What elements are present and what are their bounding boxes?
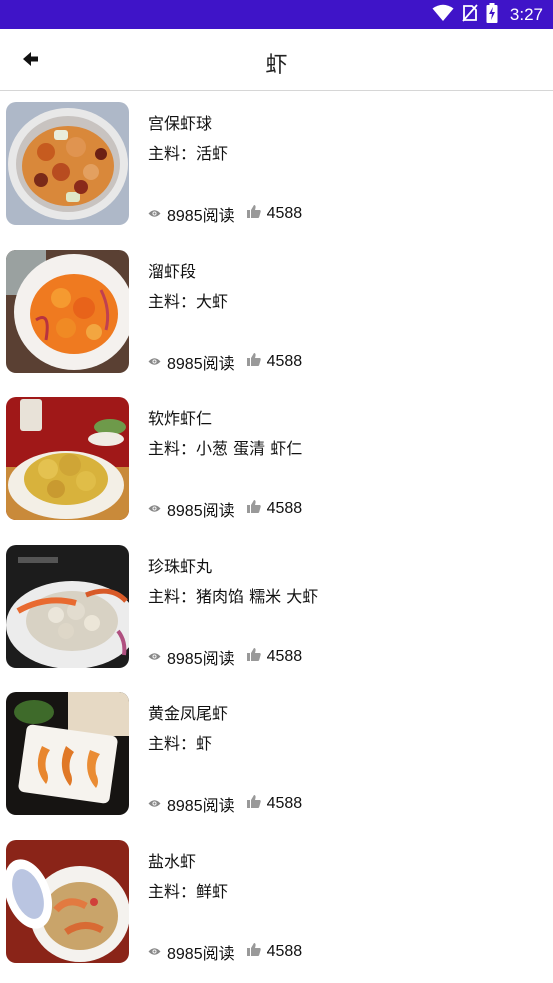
read-count-text: 8985阅读 bbox=[167, 650, 235, 668]
recipe-stats: 8985阅读 4588 bbox=[148, 350, 302, 374]
like-count: 4588 bbox=[246, 942, 303, 961]
like-count-text: 4588 bbox=[266, 795, 303, 813]
recipe-name: 黄金凤尾虾 bbox=[148, 704, 229, 724]
recipe-ingredients: 主料：活虾 bbox=[148, 140, 228, 164]
like-count: 4588 bbox=[246, 500, 303, 518]
recipe-item[interactable]: 黄金凤尾虾 主料：虾 8985阅读 4588 bbox=[0, 682, 553, 830]
recipe-stats: 8985阅读 4588 bbox=[148, 792, 302, 816]
ingredients-label: 主料： bbox=[148, 144, 197, 163]
ingredients-value: 活虾 bbox=[196, 144, 229, 163]
like-count-text: 4588 bbox=[266, 352, 303, 370]
eye-icon bbox=[148, 943, 161, 961]
like-count: 4588 bbox=[246, 205, 303, 223]
like-count-text: 4588 bbox=[266, 500, 303, 518]
ingredients-label: 主料： bbox=[148, 291, 197, 311]
eye-icon bbox=[148, 648, 161, 666]
recipe-thumbnail bbox=[6, 397, 129, 521]
eye-icon bbox=[148, 500, 161, 518]
recipe-stats: 8985阅读 4588 bbox=[148, 202, 302, 226]
ingredients-value: 小葱 蛋清 虾仁 bbox=[196, 439, 303, 459]
recipe-item[interactable]: 宫保虾球 主料：活虾 8985阅读 4588 bbox=[0, 92, 553, 240]
ingredients-label: 主料： bbox=[148, 734, 197, 754]
recipe-ingredients: 主料：小葱 蛋清 虾仁 bbox=[148, 435, 302, 459]
read-count: 8985阅读 bbox=[148, 940, 235, 964]
read-count-text: 8985阅读 bbox=[167, 798, 235, 816]
thumbs-up-icon bbox=[246, 500, 261, 518]
recipe-name: 软炸虾仁 bbox=[148, 409, 213, 429]
recipe-ingredients: 主料：大虾 bbox=[148, 288, 228, 312]
recipe-item[interactable]: 珍珠虾丸 主料：猪肉馅 糯米 大虾 8985阅读 4588 bbox=[0, 535, 553, 683]
thumbs-up-icon bbox=[246, 205, 261, 223]
thumbs-up-icon bbox=[246, 942, 261, 961]
recipe-ingredients: 主料：猪肉馅 糯米 大虾 bbox=[148, 583, 318, 607]
recipe-ingredients: 主料：虾 bbox=[148, 730, 212, 754]
ingredients-value: 大虾 bbox=[196, 291, 229, 311]
no-sim-icon bbox=[462, 3, 478, 26]
read-count-text: 8985阅读 bbox=[167, 945, 235, 963]
recipe-thumbnail bbox=[6, 249, 129, 373]
recipe-item[interactable]: 盐水虾 主料：鲜虾 8985阅读 4588 bbox=[0, 830, 553, 978]
ingredients-value: 鲜虾 bbox=[196, 881, 229, 901]
recipe-stats: 8985阅读 4588 bbox=[148, 940, 302, 964]
read-count: 8985阅读 bbox=[148, 792, 235, 816]
wifi-icon bbox=[432, 4, 454, 26]
recipe-thumbnail bbox=[6, 102, 129, 225]
like-count-text: 4588 bbox=[266, 205, 303, 222]
recipe-stats: 8985阅读 4588 bbox=[148, 497, 302, 521]
recipe-item[interactable]: 软炸虾仁 主料：小葱 蛋清 虾仁 8985阅读 4588 bbox=[0, 387, 553, 535]
read-count: 8985阅读 bbox=[148, 645, 235, 669]
recipe-name: 珍珠虾丸 bbox=[148, 556, 213, 576]
read-count-text: 8985阅读 bbox=[167, 208, 235, 225]
recipe-name: 盐水虾 bbox=[148, 851, 197, 871]
ingredients-value: 虾 bbox=[196, 734, 213, 754]
eye-icon bbox=[148, 353, 161, 371]
like-count-text: 4588 bbox=[266, 942, 303, 960]
ingredients-label: 主料： bbox=[148, 439, 197, 459]
recipe-thumbnail bbox=[6, 692, 129, 816]
like-count: 4588 bbox=[246, 647, 303, 666]
thumbs-up-icon bbox=[246, 352, 261, 371]
app-bar: 虾 bbox=[0, 29, 553, 91]
read-count: 8985阅读 bbox=[148, 350, 235, 374]
recipe-ingredients: 主料：鲜虾 bbox=[148, 878, 228, 902]
read-count-text: 8985阅读 bbox=[167, 355, 235, 373]
like-count: 4588 bbox=[246, 795, 303, 813]
thumbs-up-icon bbox=[246, 647, 261, 666]
recipe-name: 宫保虾球 bbox=[148, 114, 213, 133]
ingredients-value: 猪肉馅 糯米 大虾 bbox=[196, 586, 319, 606]
status-bar: 3:27 bbox=[0, 0, 553, 29]
like-count-text: 4588 bbox=[266, 647, 303, 665]
eye-icon bbox=[148, 795, 161, 813]
recipe-name: 溜虾段 bbox=[148, 261, 197, 281]
like-count: 4588 bbox=[246, 352, 303, 371]
ingredients-label: 主料： bbox=[148, 881, 197, 901]
recipe-stats: 8985阅读 4588 bbox=[148, 645, 302, 669]
thumbs-up-icon bbox=[246, 795, 261, 813]
read-count: 8985阅读 bbox=[148, 202, 235, 226]
recipe-thumbnail bbox=[6, 839, 129, 963]
status-time: 3:27 bbox=[509, 4, 543, 24]
page-title: 虾 bbox=[265, 53, 288, 78]
read-count-text: 8985阅读 bbox=[167, 503, 235, 521]
recipe-thumbnail bbox=[6, 544, 129, 668]
recipe-item[interactable]: 溜虾段 主料：大虾 8985阅读 4588 bbox=[0, 240, 553, 388]
status-icons: 3:27 bbox=[432, 0, 543, 29]
read-count: 8985阅读 bbox=[148, 497, 235, 521]
eye-icon bbox=[148, 205, 161, 223]
battery-charging-icon bbox=[486, 2, 498, 27]
ingredients-label: 主料： bbox=[148, 586, 197, 606]
recipe-list: 宫保虾球 主料：活虾 8985阅读 4588 溜虾段 主料：大虾 8985阅读 … bbox=[0, 92, 553, 978]
